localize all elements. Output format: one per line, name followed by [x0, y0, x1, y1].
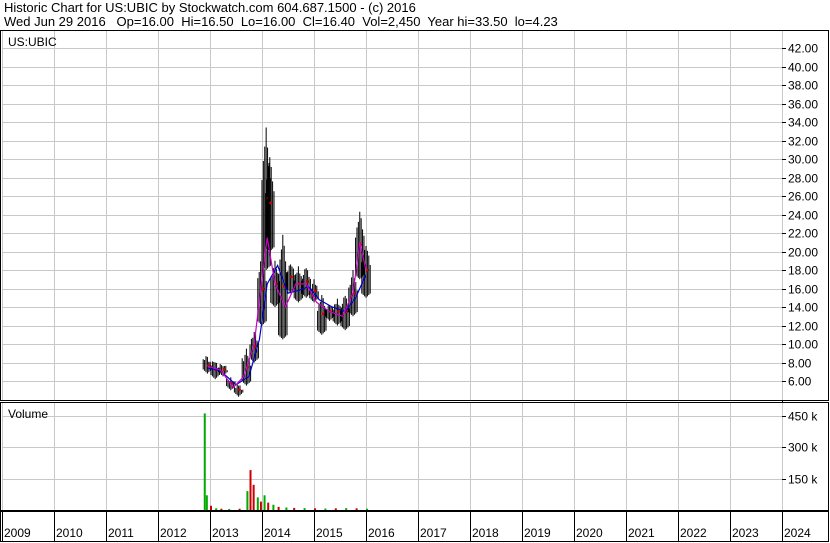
down-close-marker — [305, 280, 309, 283]
volume-bar — [277, 506, 280, 510]
price-tick-label: 20.00 — [788, 246, 818, 260]
chart-header-title: Historic Chart for US:UBIC by Stockwatch… — [4, 0, 416, 15]
volume-bar — [210, 505, 212, 510]
year-label: 2009 — [4, 526, 31, 540]
volume-bar — [293, 507, 296, 510]
volume-bar — [324, 508, 327, 510]
price-tick-label: 8.00 — [788, 357, 812, 371]
price-tick-label: 32.00 — [788, 135, 818, 149]
volume-bar — [263, 495, 266, 510]
price-tick-label: 12.00 — [788, 320, 818, 334]
chart-header-quote: Wed Jun 29 2016 Op=16.00 Hi=16.50 Lo=16.… — [4, 14, 558, 29]
year-label: 2013 — [212, 526, 239, 540]
price-tick-label: 28.00 — [788, 172, 818, 186]
volume-bar — [205, 495, 208, 510]
volume-bar — [220, 508, 223, 510]
volume-panel-frame — [0, 402, 829, 511]
volume-bar — [215, 508, 218, 510]
volume-bar — [303, 508, 306, 510]
down-close-marker — [222, 368, 226, 371]
down-close-marker — [321, 312, 325, 316]
price-panel-title: US:UBIC — [8, 35, 57, 49]
price-tick-label: 26.00 — [788, 190, 818, 204]
down-close-marker — [238, 388, 242, 392]
volume-panel-title: Volume — [8, 407, 48, 421]
volume-bar — [355, 508, 358, 510]
volume-bar — [334, 508, 337, 510]
price-tick-label: 30.00 — [788, 153, 818, 167]
price-tick-label: 42.00 — [788, 42, 818, 56]
volume-bar — [228, 508, 231, 510]
price-tick-label: 6.00 — [788, 375, 812, 389]
year-label: 2024 — [784, 526, 811, 540]
price-tick-label: 36.00 — [788, 98, 818, 112]
volume-bar — [267, 502, 270, 510]
year-label: 2023 — [732, 526, 759, 540]
price-tick-label: 40.00 — [788, 61, 818, 75]
year-label: 2010 — [56, 526, 83, 540]
price-tick-label: 38.00 — [788, 79, 818, 93]
volume-bar — [314, 508, 316, 510]
volume-bar — [252, 484, 255, 510]
down-close-marker — [261, 287, 265, 290]
year-label: 2017 — [420, 526, 447, 540]
year-label: 2015 — [316, 526, 343, 540]
price-tick-label: 34.00 — [788, 116, 818, 130]
year-label: 2020 — [576, 526, 603, 540]
volume-tick-label: 300 k — [788, 441, 818, 455]
down-close-marker — [290, 275, 293, 279]
down-close-marker — [337, 310, 340, 314]
volume-bar — [246, 491, 249, 510]
year-label: 2016 — [368, 526, 395, 540]
year-label: 2012 — [160, 526, 187, 540]
year-label: 2018 — [472, 526, 499, 540]
volume-bar — [366, 508, 368, 510]
year-label: 2019 — [524, 526, 551, 540]
price-tick-label: 24.00 — [788, 209, 818, 223]
price-tick-label: 14.00 — [788, 301, 818, 315]
price-tick-label: 10.00 — [788, 338, 818, 352]
volume-bar — [272, 504, 275, 510]
down-close-marker — [313, 289, 317, 293]
year-label: 2011 — [108, 526, 134, 540]
volume-bar — [238, 508, 241, 510]
year-label: 2021 — [628, 526, 655, 540]
volume-tick-label: 150 k — [788, 473, 818, 487]
volume-tick-label: 450 k — [788, 410, 818, 424]
down-close-marker — [269, 201, 273, 205]
volume-bar — [345, 508, 348, 510]
price-tick-label: 18.00 — [788, 264, 818, 278]
volume-bar — [203, 413, 206, 510]
volume-bar — [249, 470, 252, 510]
stock-chart: 42.00 40.00 38.00 36.00 34.00 32.00 30.00 28.00… — [0, 30, 829, 542]
volume-bar — [285, 507, 288, 510]
price-tick-label: 22.00 — [788, 227, 818, 241]
year-label: 2014 — [264, 526, 291, 540]
volume-bar — [256, 497, 259, 510]
volume-bar — [259, 501, 262, 510]
price-tick-label: 16.00 — [788, 283, 818, 297]
year-label: 2022 — [680, 526, 707, 540]
